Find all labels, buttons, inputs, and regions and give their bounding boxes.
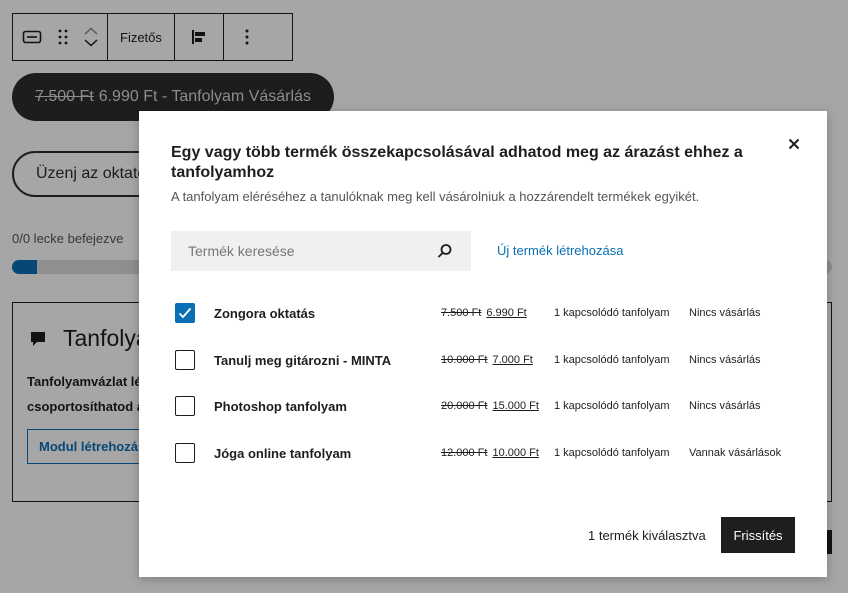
product-checkbox[interactable] xyxy=(175,443,195,463)
product-checkbox[interactable] xyxy=(175,350,195,370)
pricing-modal: Egy vagy több termék összekapcsolásával … xyxy=(139,111,827,577)
modal-subtitle: A tanfolyam eléréséhez a tanulóknak meg … xyxy=(171,189,700,204)
product-search-input[interactable] xyxy=(188,243,428,259)
product-checkbox[interactable] xyxy=(175,303,195,323)
product-old-price: 12.000 Ft xyxy=(441,447,488,459)
product-new-price[interactable]: 6.990 Ft xyxy=(486,307,526,319)
product-checkbox[interactable] xyxy=(175,396,195,416)
product-row[interactable]: Photoshop tanfolyam 20.000 Ft 15.000 Ft 1 k… xyxy=(139,392,827,422)
product-courses: 1 kapcsolódó tanfolyam xyxy=(554,307,670,319)
update-button[interactable]: Frissítés xyxy=(721,517,795,553)
product-new-price[interactable]: 15.000 Ft xyxy=(492,400,538,412)
checkmark-icon xyxy=(178,307,192,319)
product-courses: 1 kapcsolódó tanfolyam xyxy=(554,400,670,412)
product-row[interactable]: Tanulj meg gitározni - MINTA 10.000 Ft 7.0… xyxy=(139,346,827,376)
product-courses: 1 kapcsolódó tanfolyam xyxy=(554,354,670,366)
product-price: 7.500 Ft 6.990 Ft xyxy=(441,307,527,319)
product-new-price[interactable]: 7.000 Ft xyxy=(492,354,532,366)
modal-title: Egy vagy több termék összekapcsolásával … xyxy=(171,144,743,181)
product-name: Jóga online tanfolyam xyxy=(214,446,352,461)
product-new-price[interactable]: 10.000 Ft xyxy=(492,447,538,459)
product-name: Tanulj meg gitározni - MINTA xyxy=(214,353,392,368)
product-status: Nincs vásárlás xyxy=(689,400,761,412)
create-product-link[interactable]: Új termék létrehozása xyxy=(497,243,623,258)
product-row[interactable]: Zongora oktatás 7.500 Ft 6.990 Ft 1 kapcsol… xyxy=(139,299,827,329)
close-icon xyxy=(788,138,800,150)
search-icon[interactable] xyxy=(436,242,454,260)
product-courses: 1 kapcsolódó tanfolyam xyxy=(554,447,670,459)
product-old-price: 7.500 Ft xyxy=(441,307,482,319)
product-old-price: 20.000 Ft xyxy=(441,400,488,412)
product-old-price: 10.000 Ft xyxy=(441,354,488,366)
product-price: 20.000 Ft 15.000 Ft xyxy=(441,400,539,412)
product-search xyxy=(171,231,471,271)
product-status: Nincs vásárlás xyxy=(689,354,761,366)
selected-count: 1 termék kiválasztva xyxy=(588,528,706,543)
close-button[interactable] xyxy=(784,134,804,154)
product-row[interactable]: Jóga online tanfolyam 12.000 Ft 10.000 Ft 1… xyxy=(139,439,827,469)
product-status: Nincs vásárlás xyxy=(689,307,761,319)
product-price: 10.000 Ft 7.000 Ft xyxy=(441,354,533,366)
product-name: Zongora oktatás xyxy=(214,306,316,321)
product-price: 12.000 Ft 10.000 Ft xyxy=(441,447,539,459)
product-status: Vannak vásárlások xyxy=(689,447,782,459)
product-name: Photoshop tanfolyam xyxy=(214,399,347,414)
